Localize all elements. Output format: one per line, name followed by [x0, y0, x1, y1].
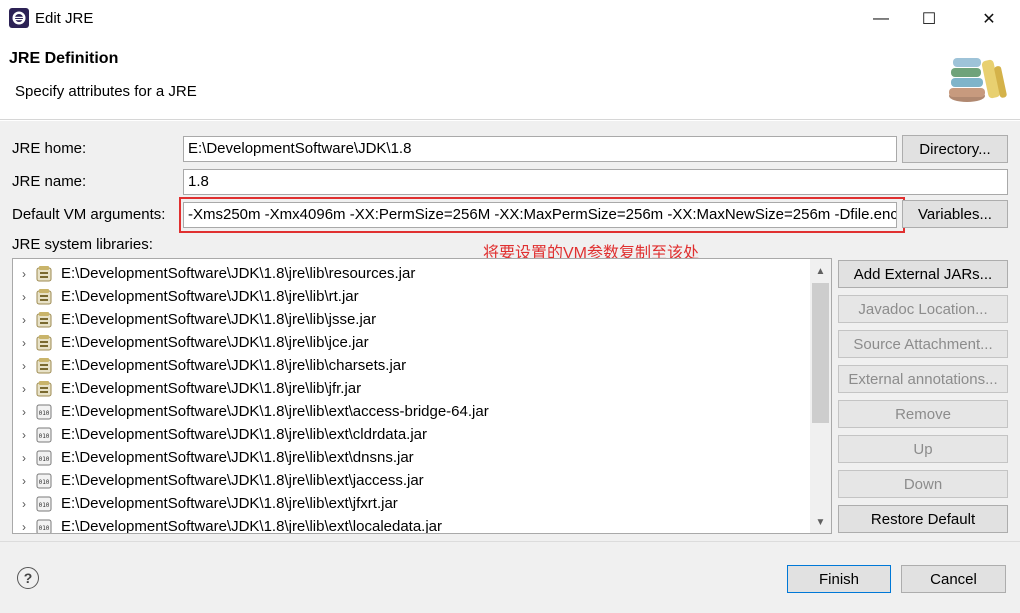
jar-icon — [35, 357, 55, 375]
library-row[interactable]: › E:\DevelopmentSoftware\JDK\1.8\jre\lib\… — [13, 285, 810, 308]
library-path: E:\DevelopmentSoftware\JDK\1.8\jre\lib\e… — [61, 403, 489, 420]
binary-jar-icon: 010 — [35, 518, 55, 533]
library-path: E:\DevelopmentSoftware\JDK\1.8\jre\lib\e… — [61, 472, 424, 489]
restore-default-button[interactable]: Restore Default — [838, 505, 1008, 533]
library-row[interactable]: › E:\DevelopmentSoftware\JDK\1.8\jre\lib\… — [13, 377, 810, 400]
jre-libraries-label: JRE system libraries: — [12, 236, 153, 253]
maximize-icon: ☐ — [921, 11, 937, 28]
library-row[interactable]: › E:\DevelopmentSoftware\JDK\1.8\jre\lib\… — [13, 354, 810, 377]
jar-icon — [35, 334, 55, 352]
cancel-button[interactable]: Cancel — [901, 565, 1006, 593]
external-annotations-button[interactable]: External annotations... — [838, 365, 1008, 393]
library-row[interactable]: › E:\DevelopmentSoftware\JDK\1.8\jre\lib\… — [13, 331, 810, 354]
library-path: E:\DevelopmentSoftware\JDK\1.8\jre\lib\e… — [61, 426, 427, 443]
variables-button[interactable]: Variables... — [902, 200, 1008, 228]
jar-icon — [35, 265, 55, 283]
chevron-right-icon[interactable]: › — [13, 336, 35, 350]
binary-jar-icon: 010 — [35, 426, 55, 444]
window-title: Edit JRE — [35, 10, 94, 27]
library-row[interactable]: › 010 E:\DevelopmentSoftware\JDK\1.8\jre\l… — [13, 492, 810, 515]
vm-arguments-label: Default VM arguments: — [12, 206, 166, 223]
chevron-right-icon[interactable]: › — [13, 267, 35, 281]
binary-jar-icon: 010 — [35, 449, 55, 467]
down-button[interactable]: Down — [838, 470, 1008, 498]
library-row[interactable]: › 010 E:\DevelopmentSoftware\JDK\1.8\jre\l… — [13, 446, 810, 469]
svg-text:010: 010 — [39, 456, 50, 463]
chevron-right-icon[interactable]: › — [13, 428, 35, 442]
jre-home-label: JRE home: — [12, 140, 87, 157]
binary-jar-icon: 010 — [35, 472, 55, 490]
chevron-right-icon[interactable]: › — [13, 290, 35, 304]
jre-name-label: JRE name: — [12, 173, 87, 190]
jar-icon — [35, 288, 55, 306]
library-path: E:\DevelopmentSoftware\JDK\1.8\jre\lib\j… — [61, 311, 377, 328]
jre-libraries-tree[interactable]: › E:\DevelopmentSoftware\JDK\1.8\jre\lib\… — [12, 258, 832, 534]
directory-button[interactable]: Directory... — [902, 135, 1008, 163]
scrollbar-thumb[interactable] — [812, 283, 829, 423]
svg-text:010: 010 — [39, 502, 50, 509]
chevron-right-icon[interactable]: › — [13, 382, 35, 396]
svg-text:010: 010 — [39, 410, 50, 417]
chevron-right-icon[interactable]: › — [13, 497, 35, 511]
svg-text:010: 010 — [39, 433, 50, 440]
binary-jar-icon: 010 — [35, 495, 55, 513]
finish-button[interactable]: Finish — [787, 565, 891, 593]
chevron-right-icon[interactable]: › — [13, 451, 35, 465]
remove-button[interactable]: Remove — [838, 400, 1008, 428]
library-path: E:\DevelopmentSoftware\JDK\1.8\jre\lib\j… — [61, 334, 369, 351]
vm-arguments-input[interactable]: -Xms250m -Xmx4096m -XX:PermSize=256M -XX… — [183, 202, 897, 228]
maximize-button[interactable]: ☐ — [906, 0, 952, 38]
javadoc-location-button[interactable]: Javadoc Location... — [838, 295, 1008, 323]
library-path: E:\DevelopmentSoftware\JDK\1.8\jre\lib\r… — [61, 265, 416, 282]
help-icon[interactable]: ? — [17, 567, 39, 589]
library-path: E:\DevelopmentSoftware\JDK\1.8\jre\lib\e… — [61, 518, 443, 534]
add-external-jars-button[interactable]: Add External JARs... — [838, 260, 1008, 288]
close-icon: ✕ — [982, 11, 996, 28]
svg-text:010: 010 — [39, 479, 50, 486]
chevron-right-icon[interactable]: › — [13, 405, 35, 419]
library-path: E:\DevelopmentSoftware\JDK\1.8\jre\lib\c… — [61, 357, 407, 374]
library-path: E:\DevelopmentSoftware\JDK\1.8\jre\lib\e… — [61, 449, 414, 466]
chevron-right-icon[interactable]: › — [13, 313, 35, 327]
scroll-down-icon[interactable]: ▼ — [810, 511, 831, 533]
chevron-right-icon[interactable]: › — [13, 474, 35, 488]
close-button[interactable]: ✕ — [966, 0, 1012, 38]
dialog-header: JRE Definition Specify attributes for a … — [0, 38, 1020, 120]
binary-jar-icon: 010 — [35, 403, 55, 421]
library-row[interactable]: › 010 E:\DevelopmentSoftware\JDK\1.8\jre\l… — [13, 515, 810, 534]
library-row[interactable]: › 010 E:\DevelopmentSoftware\JDK\1.8\jre\l… — [13, 400, 810, 423]
chevron-right-icon[interactable]: › — [13, 520, 35, 534]
library-path: E:\DevelopmentSoftware\JDK\1.8\jre\lib\e… — [61, 495, 398, 512]
library-row[interactable]: › E:\DevelopmentSoftware\JDK\1.8\jre\lib\… — [13, 262, 810, 285]
minimize-button[interactable]: — — [858, 0, 904, 38]
eclipse-app-icon — [9, 8, 29, 28]
jar-icon — [35, 380, 55, 398]
up-button[interactable]: Up — [838, 435, 1008, 463]
jre-home-input[interactable]: E:\DevelopmentSoftware\JDK\1.8 — [183, 136, 897, 162]
jar-icon — [35, 311, 55, 329]
scroll-up-icon[interactable]: ▲ — [810, 260, 831, 282]
minimize-icon: — — [873, 10, 889, 27]
library-books-icon — [949, 58, 1007, 102]
chevron-right-icon[interactable]: › — [13, 359, 35, 373]
header-subtitle: Specify attributes for a JRE — [15, 83, 197, 100]
source-attachment-button[interactable]: Source Attachment... — [838, 330, 1008, 358]
header-title: JRE Definition — [9, 50, 119, 67]
library-row[interactable]: › 010 E:\DevelopmentSoftware\JDK\1.8\jre\l… — [13, 469, 810, 492]
library-row[interactable]: › 010 E:\DevelopmentSoftware\JDK\1.8\jre\l… — [13, 423, 810, 446]
svg-text:010: 010 — [39, 525, 50, 532]
library-path: E:\DevelopmentSoftware\JDK\1.8\jre\lib\r… — [61, 288, 359, 305]
jre-name-input[interactable]: 1.8 — [183, 169, 1008, 195]
library-row[interactable]: › E:\DevelopmentSoftware\JDK\1.8\jre\lib\… — [13, 308, 810, 331]
library-path: E:\DevelopmentSoftware\JDK\1.8\jre\lib\j… — [61, 380, 362, 397]
